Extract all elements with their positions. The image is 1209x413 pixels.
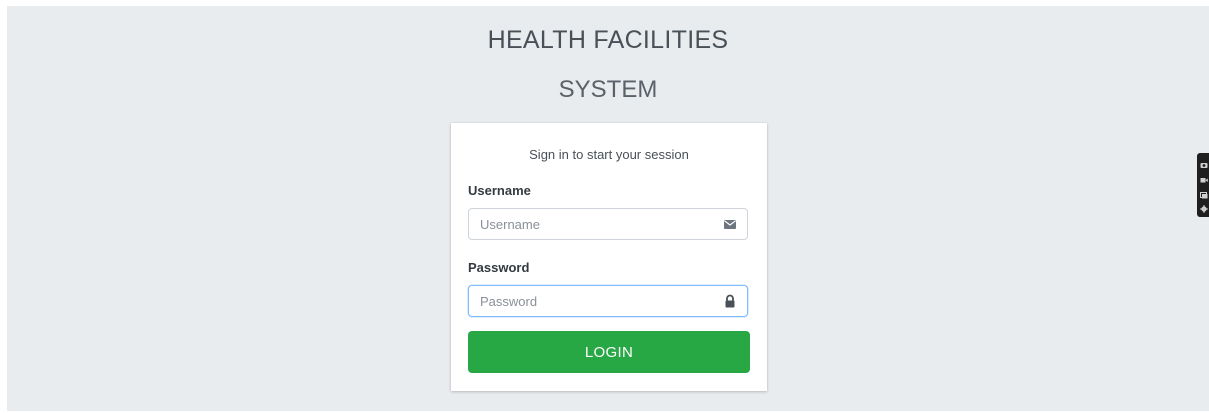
- gear-icon[interactable]: [1200, 205, 1208, 213]
- password-input[interactable]: [469, 286, 720, 316]
- envelope-icon: [724, 220, 736, 229]
- video-icon[interactable]: [1200, 176, 1208, 184]
- camera-icon[interactable]: [1200, 161, 1208, 169]
- side-toolbar: [1197, 153, 1209, 217]
- login-box-message: Sign in to start your session: [529, 147, 689, 162]
- lock-icon: [725, 294, 735, 308]
- username-label: Username: [468, 183, 531, 198]
- username-input-group: [468, 208, 748, 240]
- brand-subtitle: SYSTEM: [558, 76, 658, 103]
- password-label: Password: [468, 260, 530, 275]
- brand-title: HEALTH FACILITIES: [487, 26, 729, 54]
- username-input[interactable]: [469, 209, 720, 239]
- login-page: HEALTH FACILITIES SYSTEM Sign in to star…: [7, 6, 1209, 411]
- password-input-group: [468, 285, 748, 317]
- login-button[interactable]: LOGIN: [468, 331, 750, 373]
- login-card: Sign in to start your session Username P…: [451, 123, 767, 391]
- screenshot-icon[interactable]: [1200, 191, 1208, 199]
